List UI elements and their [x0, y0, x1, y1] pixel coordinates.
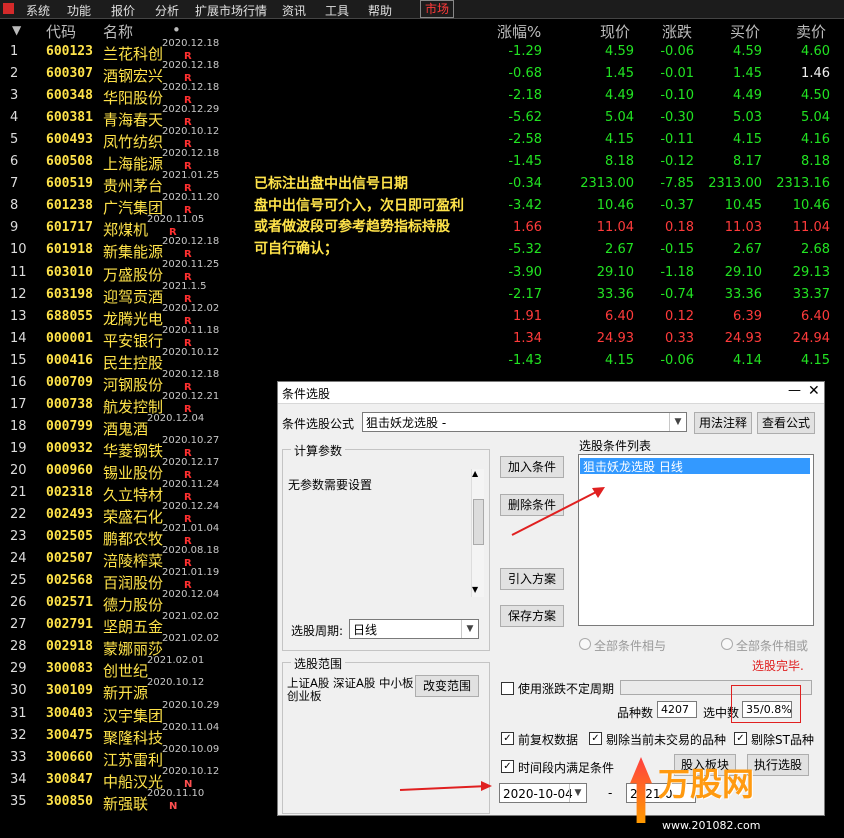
watermark-url: www.201082.com	[662, 819, 761, 832]
watermark-text: 万股网	[658, 765, 755, 803]
arrow-head-icon	[481, 781, 492, 791]
arrow-to-list	[511, 488, 603, 536]
annotation-arrows	[399, 487, 605, 791]
arrow-to-date	[399, 785, 489, 791]
